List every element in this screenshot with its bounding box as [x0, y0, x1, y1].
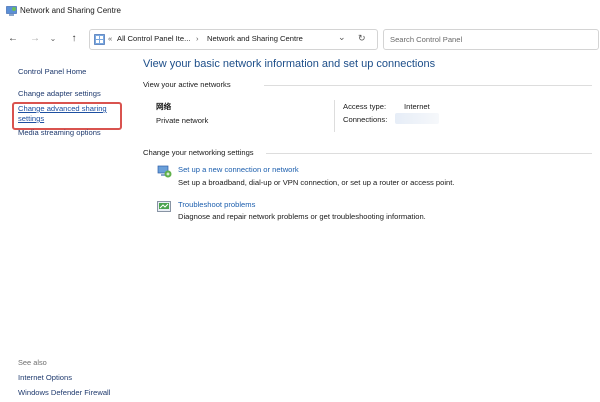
- window-title: Network and Sharing Centre: [20, 6, 121, 15]
- breadcrumb-all-control-panel[interactable]: All Control Panel Ite...: [117, 34, 190, 43]
- recent-locations-button[interactable]: ⌄: [45, 31, 61, 47]
- see-also-heading: See also: [18, 358, 47, 367]
- troubleshoot-link[interactable]: Troubleshoot problems: [178, 200, 255, 209]
- divider: [334, 100, 335, 132]
- search-placeholder: Search Control Panel: [390, 35, 463, 44]
- back-button[interactable]: ←: [5, 31, 21, 47]
- connection-link-redacted[interactable]: [395, 113, 439, 124]
- divider: [266, 153, 592, 154]
- breadcrumb-network-sharing[interactable]: Network and Sharing Centre: [207, 34, 303, 43]
- connections-label: Connections:: [343, 115, 388, 124]
- sidebar-item-change-adapter[interactable]: Change adapter settings: [18, 89, 101, 98]
- network-centre-icon: [6, 6, 17, 16]
- see-also-firewall[interactable]: Windows Defender Firewall: [18, 388, 110, 397]
- network-type: Private network: [156, 116, 209, 125]
- breadcrumb-arrow[interactable]: ›: [196, 34, 199, 43]
- address-dropdown-icon[interactable]: ⌄: [338, 32, 346, 43]
- forward-button[interactable]: →: [27, 31, 43, 47]
- troubleshoot-desc: Diagnose and repair network problems or …: [178, 212, 426, 221]
- address-bar[interactable]: « All Control Panel Ite... › Network and…: [89, 29, 378, 50]
- title-bar: Network and Sharing Centre: [0, 0, 600, 24]
- access-type-label: Access type:: [343, 102, 387, 111]
- divider: [264, 85, 592, 86]
- breadcrumb-overflow[interactable]: «: [108, 34, 112, 43]
- sidebar-item-control-panel-home[interactable]: Control Panel Home: [18, 67, 86, 76]
- sidebar-item-media-streaming[interactable]: Media streaming options: [18, 128, 101, 137]
- see-also-internet-options[interactable]: Internet Options: [18, 373, 72, 382]
- page-title: View your basic network information and …: [143, 58, 436, 70]
- access-type-value: Internet: [404, 102, 430, 111]
- networking-settings-header: Change your networking settings: [143, 148, 254, 157]
- setup-connection-link[interactable]: Set up a new connection or network: [178, 165, 299, 174]
- setup-connection-desc: Set up a broadband, dial-up or VPN conne…: [178, 178, 455, 187]
- search-box[interactable]: Search Control Panel: [383, 29, 599, 50]
- network-setup-icon: [157, 165, 172, 178]
- control-panel-icon: [94, 34, 105, 45]
- troubleshoot-icon: [157, 201, 171, 212]
- up-button[interactable]: ↑: [66, 31, 82, 47]
- network-name: 网络: [156, 102, 172, 111]
- refresh-icon[interactable]: ↻: [358, 33, 366, 44]
- active-networks-header: View your active networks: [143, 80, 231, 89]
- highlight-annotation: [12, 102, 122, 130]
